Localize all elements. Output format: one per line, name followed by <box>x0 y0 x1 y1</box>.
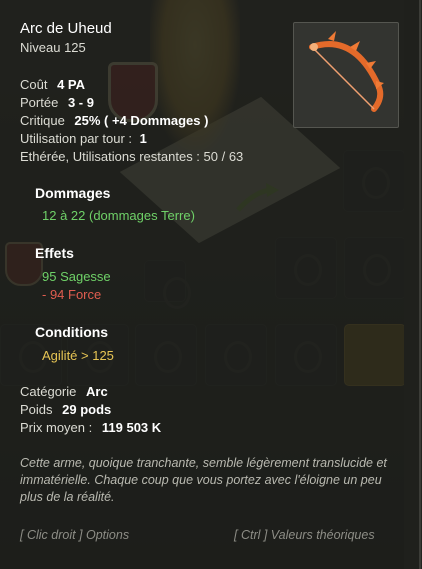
weight-value: 29 pods <box>62 402 112 417</box>
range-value: 3 - 9 <box>67 95 94 110</box>
range-line: Portée 3 - 9 <box>20 95 94 110</box>
item-image-frame <box>293 22 399 128</box>
cost-value: 4 PA <box>57 77 86 92</box>
effect-item: 95 Sagesse <box>42 269 111 284</box>
damage-heading: Dommages <box>35 185 111 201</box>
weight-label: Poids <box>20 402 53 417</box>
price-label: Prix moyen : <box>20 420 93 435</box>
price-line: Prix moyen : 119 503 K <box>20 420 161 435</box>
effect-item: - 94 Force <box>42 287 102 302</box>
item-description: Cette arme, quoique tranchante, semble l… <box>20 456 387 504</box>
ethereal-line: Ethérée, Utilisations restantes : 50 / 6… <box>20 149 244 164</box>
price-value: 119 503 K <box>101 420 162 435</box>
critical-label: Critique <box>20 113 65 128</box>
item-name: Arc de Uheud <box>20 20 112 37</box>
bow-icon <box>309 31 384 112</box>
item-tooltip: Arc de Uheud Niveau 125 Coût 4 PA Portée… <box>0 0 421 569</box>
item-level: Niveau 125 <box>20 40 86 55</box>
right-click-hint: [ Clic droit ] Options <box>20 528 130 542</box>
category-line: Catégorie Arc <box>20 384 108 399</box>
weight-line: Poids 29 pods <box>20 402 111 417</box>
uses-value: 1 <box>139 131 147 146</box>
uses-per-turn-line: Utilisation par tour : 1 <box>20 131 147 146</box>
uses-label: Utilisation par tour : <box>20 131 132 146</box>
cost-label: Coût <box>20 77 48 92</box>
critical-line: Critique 25% ( +4 Dommages ) <box>20 113 208 128</box>
effects-heading: Effets <box>35 245 74 261</box>
cost-line: Coût 4 PA <box>20 77 85 92</box>
condition-value: Agilité > 125 <box>42 348 114 363</box>
category-value: Arc <box>86 384 108 399</box>
ctrl-hint: [ Ctrl ] Valeurs théoriques <box>234 528 375 542</box>
conditions-heading: Conditions <box>35 324 109 340</box>
range-label: Portée <box>20 95 59 110</box>
critical-value: 25% ( +4 Dommages ) <box>74 113 209 128</box>
category-label: Catégorie <box>20 384 77 399</box>
damage-value: 12 à 22 (dommages Terre) <box>42 208 195 223</box>
